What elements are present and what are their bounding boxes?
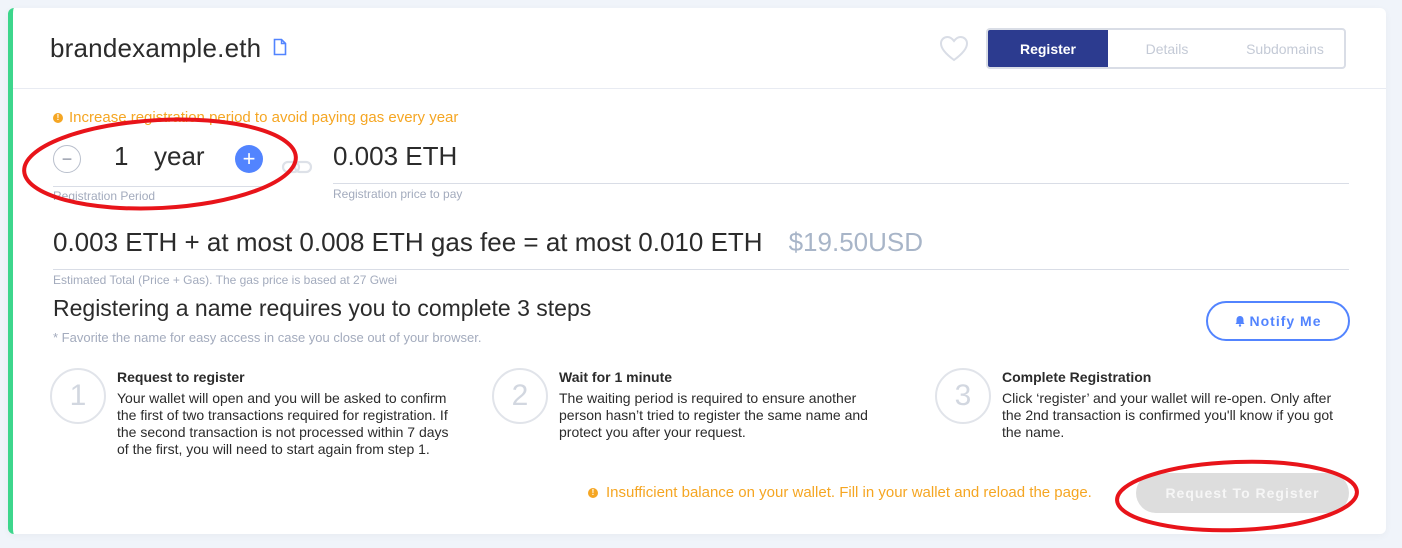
warning-icon: !: [53, 112, 63, 123]
steps-note: * Favorite the name for easy access in c…: [53, 330, 482, 345]
balance-warning-text: Insufficient balance on your wallet. Fil…: [606, 484, 1092, 501]
decrease-period-button[interactable]: −: [53, 145, 81, 173]
step-number-circle: 2: [492, 368, 548, 424]
estimated-total: 0.003 ETH + at most 0.008 ETH gas fee = …: [53, 227, 923, 258]
balance-warning: ! Insufficient balance on your wallet. F…: [588, 484, 1092, 501]
step-title: Wait for 1 minute: [559, 369, 673, 385]
step-description: Your wallet will open and you will be as…: [117, 390, 449, 457]
step-number-circle: 1: [50, 368, 106, 424]
total-usd: $19.50USD: [788, 227, 924, 257]
heart-icon[interactable]: [939, 35, 969, 63]
copy-icon[interactable]: [273, 38, 287, 56]
tab-details[interactable]: Details: [1108, 30, 1226, 67]
period-value: 1: [114, 141, 129, 171]
period-warning: ! Increase registration period to avoid …: [53, 109, 458, 126]
step-number-circle: 3: [935, 368, 991, 424]
domain-title: brandexample.eth: [50, 33, 262, 63]
price-underline: [333, 183, 1349, 184]
period-underline: [53, 186, 268, 187]
tab-bar: Register Details Subdomains: [986, 28, 1346, 69]
price-caption: Registration price to pay: [333, 187, 463, 201]
tab-subdomains[interactable]: Subdomains: [1226, 30, 1344, 67]
period-unit: year: [154, 141, 205, 171]
total-underline: [53, 269, 1349, 270]
bell-icon: [1235, 316, 1244, 327]
tab-register[interactable]: Register: [988, 30, 1108, 67]
total-eth: 0.003 ETH + at most 0.008 ETH gas fee = …: [53, 227, 763, 257]
increase-period-button[interactable]: +: [235, 145, 263, 173]
step-title: Request to register: [117, 369, 245, 385]
price-value: 0.003 ETH: [333, 141, 458, 171]
step-description: The waiting period is required to ensure…: [559, 390, 868, 440]
request-to-register-button[interactable]: Request To Register: [1136, 473, 1349, 513]
period-warning-text: Increase registration period to avoid pa…: [69, 109, 459, 126]
step-description: Click ‘register’ and your wallet will re…: [1002, 390, 1334, 440]
steps-heading: Registering a name requires you to compl…: [53, 295, 592, 321]
notify-me-label: Notify Me: [1249, 313, 1322, 329]
notify-me-button[interactable]: Notify Me: [1206, 301, 1350, 341]
total-caption: Estimated Total (Price + Gas). The gas p…: [53, 273, 398, 287]
step-title: Complete Registration: [1002, 369, 1152, 385]
warning-icon: !: [588, 487, 598, 498]
period-caption: Registration Period: [53, 189, 156, 203]
link-icon: [281, 160, 313, 174]
header-divider: [13, 88, 1386, 89]
registration-card: brandexample.eth Register Details Subdom…: [8, 8, 1386, 534]
